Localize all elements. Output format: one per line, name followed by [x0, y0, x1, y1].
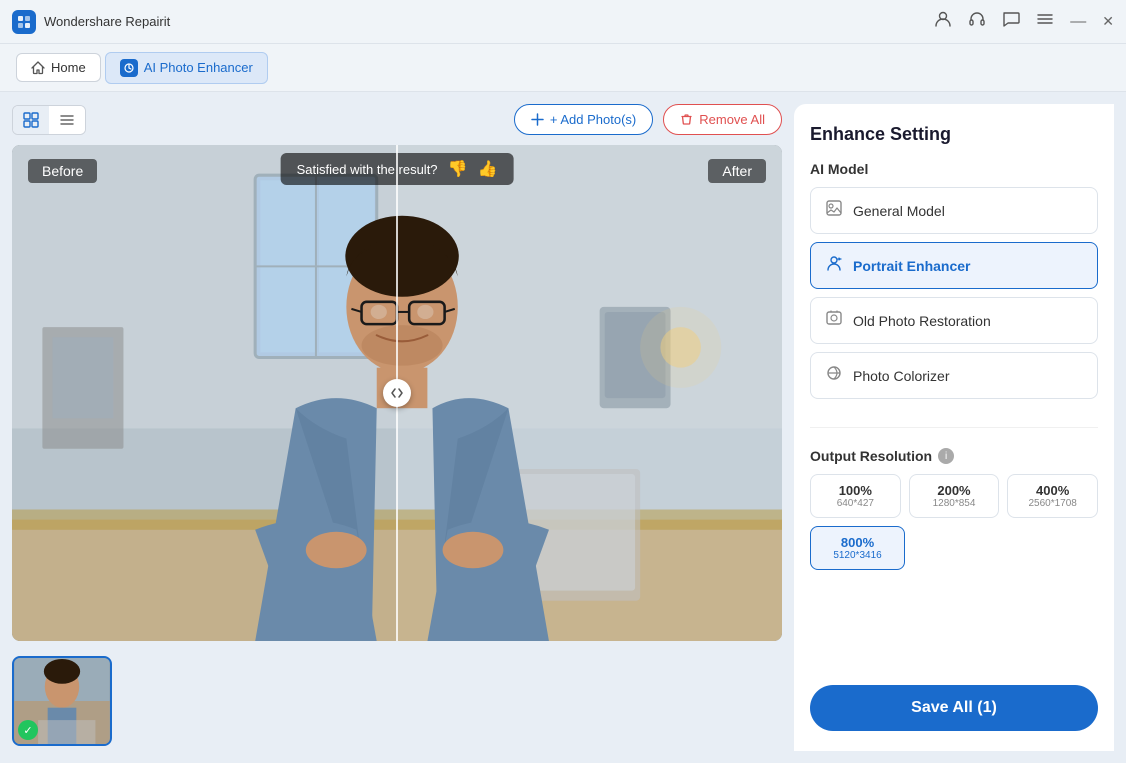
info-icon[interactable]: i [938, 448, 954, 464]
view-toggle [12, 105, 86, 135]
general-model-icon [825, 199, 843, 222]
res-800-size: 5120*3416 [815, 550, 900, 561]
ai-model-label: AI Model [810, 161, 1098, 177]
colorizer-model-label: Photo Colorizer [853, 368, 950, 384]
res-200-pct: 200% [914, 483, 995, 498]
res-400-button[interactable]: 400% 2560*1708 [1007, 474, 1098, 518]
title-bar: Wondershare Repairit — ✕ [0, 0, 1126, 44]
toolbar-right: + Add Photo(s) Remove All [514, 104, 782, 135]
thumbnail-check: ✓ [18, 720, 38, 740]
ai-photo-enhancer-tab[interactable]: AI Photo Enhancer [105, 52, 268, 84]
chat-icon[interactable] [1002, 10, 1020, 33]
photo-comparison-area: Before After Satisfied with the result? … [12, 145, 782, 641]
tab-icon [120, 59, 138, 77]
resolution-section: Output Resolution i 100% 640*427 200% 12… [810, 448, 1098, 570]
toolbar: + Add Photo(s) Remove All [12, 104, 782, 135]
close-icon[interactable]: ✕ [1102, 13, 1114, 30]
thumbs-down-icon[interactable]: 👎 [448, 159, 468, 179]
resolution-header: Output Resolution i [810, 448, 1098, 464]
before-label: Before [28, 159, 97, 183]
satisfaction-text: Satisfied with the result? [297, 162, 438, 177]
section-divider [810, 427, 1098, 428]
home-label: Home [51, 60, 86, 75]
right-panel: Enhance Setting AI Model General Model P… [794, 104, 1114, 751]
res-100-size: 640*427 [815, 498, 896, 509]
app-title: Wondershare Repairit [44, 14, 170, 29]
nav-bar: Home AI Photo Enhancer [0, 44, 1126, 92]
res-800-pct: 800% [815, 535, 900, 550]
ai-photo-enhancer-label: AI Photo Enhancer [144, 60, 253, 75]
title-bar-left: Wondershare Repairit [12, 10, 170, 34]
portrait-model-icon [825, 254, 843, 277]
res-800-button[interactable]: 800% 5120*3416 [810, 526, 905, 570]
colorizer-model-icon [825, 364, 843, 387]
account-icon[interactable] [934, 10, 952, 33]
ai-model-section: AI Model General Model Portrait Enhancer… [810, 161, 1098, 407]
after-label: After [708, 159, 766, 183]
add-photos-button[interactable]: + Add Photo(s) [514, 104, 653, 135]
main-content: + Add Photo(s) Remove All [0, 92, 1126, 763]
model-oldphoto[interactable]: Old Photo Restoration [810, 297, 1098, 344]
res-400-pct: 400% [1012, 483, 1093, 498]
portrait-model-label: Portrait Enhancer [853, 258, 970, 274]
oldphoto-model-label: Old Photo Restoration [853, 313, 991, 329]
headphones-icon[interactable] [968, 10, 986, 33]
res-200-size: 1280*854 [914, 498, 995, 509]
thumbnail-item[interactable]: ✓ [12, 656, 112, 746]
resolution-grid: 100% 640*427 200% 1280*854 400% 2560*170… [810, 474, 1098, 518]
thumbnail-strip: ✓ [12, 651, 782, 751]
oldphoto-model-icon [825, 309, 843, 332]
remove-all-label: Remove All [699, 112, 765, 127]
res-100-pct: 100% [815, 483, 896, 498]
panel-title: Enhance Setting [810, 124, 1098, 145]
add-photos-label: + Add Photo(s) [550, 112, 636, 127]
res-400-size: 2560*1708 [1012, 498, 1093, 509]
resolution-label: Output Resolution [810, 448, 932, 464]
app-icon [12, 10, 36, 34]
thumbs-up-icon[interactable]: 👍 [477, 159, 497, 179]
model-portrait[interactable]: Portrait Enhancer [810, 242, 1098, 289]
comparison-handle[interactable] [383, 379, 411, 407]
menu-icon[interactable] [1036, 10, 1054, 33]
res-200-button[interactable]: 200% 1280*854 [909, 474, 1000, 518]
list-view-button[interactable] [49, 106, 85, 134]
res-100-button[interactable]: 100% 640*427 [810, 474, 901, 518]
minimize-icon[interactable]: — [1070, 13, 1086, 31]
model-general[interactable]: General Model [810, 187, 1098, 234]
left-panel: + Add Photo(s) Remove All [0, 92, 794, 763]
grid-view-button[interactable] [13, 106, 49, 134]
save-all-button[interactable]: Save All (1) [810, 685, 1098, 731]
model-colorizer[interactable]: Photo Colorizer [810, 352, 1098, 399]
remove-all-button[interactable]: Remove All [663, 104, 782, 135]
title-bar-right: — ✕ [934, 10, 1114, 33]
general-model-label: General Model [853, 203, 945, 219]
home-button[interactable]: Home [16, 53, 101, 82]
